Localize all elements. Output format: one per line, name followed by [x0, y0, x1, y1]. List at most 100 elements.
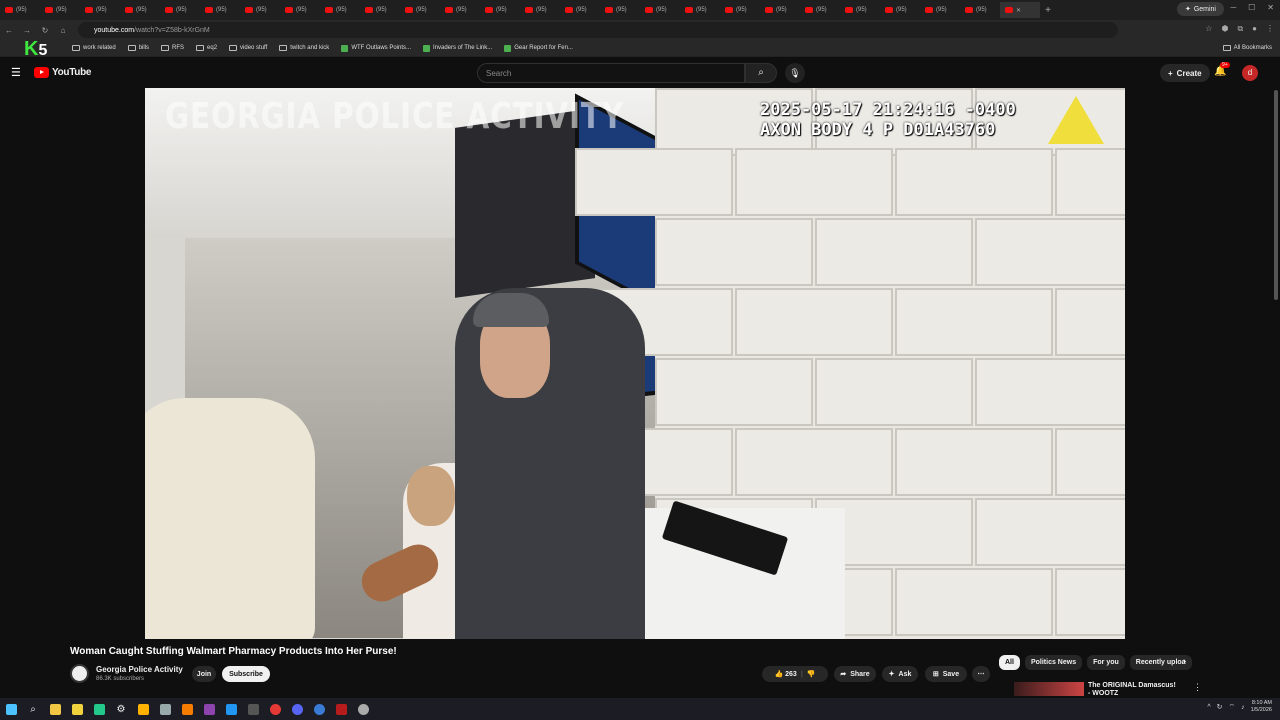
vlc-icon[interactable] — [176, 698, 198, 720]
bookmark-item[interactable]: video stuff — [229, 45, 267, 51]
browser-tab[interactable]: (95) — [640, 2, 680, 18]
browser-tab[interactable]: (95) — [560, 2, 600, 18]
browser-tab[interactable]: (95) — [360, 2, 400, 18]
forward-icon[interactable]: → — [18, 26, 36, 35]
tray-network-icon[interactable]: ⌔ — [1228, 703, 1235, 712]
bookmark-item[interactable]: bills — [127, 45, 149, 51]
all-bookmarks-button[interactable]: All Bookmarks — [1222, 45, 1272, 51]
bookmark-item[interactable]: WTF Outlaws Points... — [341, 44, 411, 52]
app-icon-grey[interactable] — [154, 698, 176, 720]
browser-tab[interactable]: (95) — [680, 2, 720, 18]
dislike-button[interactable]: 👎 — [807, 670, 816, 678]
youtube-logo[interactable]: YouTube — [34, 67, 92, 78]
more-actions-button[interactable]: ⋯ — [972, 666, 990, 682]
tray-volume-icon[interactable]: ♪ — [1241, 704, 1245, 711]
menu-icon[interactable]: ☰ — [11, 68, 21, 79]
app-icon-purple[interactable] — [198, 698, 220, 720]
app-icon-dark[interactable] — [242, 698, 264, 720]
channel-avatar[interactable] — [70, 664, 89, 683]
file-explorer-icon[interactable] — [44, 698, 66, 720]
browser-tab[interactable]: (95) — [80, 2, 120, 18]
recommendation-more-icon[interactable]: ⋮ — [1193, 682, 1202, 693]
minimize-icon[interactable]: ─ — [1230, 3, 1236, 12]
share-button[interactable]: ➦ Share — [834, 666, 876, 682]
taskbar-clock[interactable]: 8:10 AM 1/5/2026 — [1251, 700, 1272, 714]
browser-tab[interactable]: (95) — [160, 2, 200, 18]
app-icon-globe[interactable] — [308, 698, 330, 720]
scrollbar-thumb[interactable] — [1274, 90, 1278, 300]
home-icon[interactable]: ⌂ — [54, 26, 72, 35]
like-button[interactable]: 👍 263 — [774, 670, 796, 678]
recommendation-title[interactable]: The ORIGINAL Damascus! - WOOTZ — [1088, 682, 1178, 698]
browser-tab[interactable]: (95) — [280, 2, 320, 18]
browser-tab[interactable]: (95) — [720, 2, 760, 18]
browser-tab[interactable]: (95) — [960, 2, 1000, 18]
search-input[interactable]: Search — [477, 63, 745, 83]
extensions-menu-icon[interactable]: ⧉ — [1237, 24, 1243, 34]
browser-tab[interactable]: (95) — [0, 2, 40, 18]
account-avatar[interactable]: d — [1242, 65, 1258, 81]
close-tab-icon[interactable]: ✕ — [1016, 7, 1021, 14]
search-button[interactable]: ⌕ — [745, 63, 777, 83]
browser-tab[interactable]: (95) — [920, 2, 960, 18]
recommendation-thumbnail[interactable] — [1014, 682, 1084, 696]
extension-icon[interactable]: ⬢ — [1221, 24, 1228, 34]
browser-tab[interactable]: (95) — [480, 2, 520, 18]
taskbar-search-icon[interactable]: ⌕ — [22, 698, 44, 720]
browser-tab[interactable]: (95) — [240, 2, 280, 18]
bookmark-item[interactable]: Gear Report for Fen... — [504, 44, 573, 52]
app-icon-multicolor[interactable] — [132, 698, 154, 720]
reload-icon[interactable]: ↻ — [36, 26, 54, 35]
ask-button[interactable]: ✦ Ask — [882, 666, 918, 682]
browser-tab[interactable]: (95) — [200, 2, 240, 18]
settings-icon[interactable]: ⚙ — [110, 698, 132, 720]
bookmark-item[interactable]: twitch and kick — [279, 45, 329, 51]
browser-menu-icon[interactable]: ⋮ — [1266, 24, 1274, 34]
join-button[interactable]: Join — [192, 666, 216, 682]
subscribe-button[interactable]: Subscribe — [222, 666, 270, 682]
voice-search-button[interactable]: 🎙 — [785, 63, 805, 83]
browser-tab[interactable]: (95) — [40, 2, 80, 18]
new-tab-icon[interactable]: + — [1040, 5, 1056, 16]
tray-sync-icon[interactable]: ↻ — [1217, 703, 1223, 711]
profile-icon[interactable]: ● — [1252, 24, 1257, 34]
browser-tab[interactable]: (95) — [760, 2, 800, 18]
maximize-icon[interactable]: ☐ — [1248, 3, 1255, 12]
browser-tab[interactable]: (95) — [880, 2, 920, 18]
address-bar[interactable]: youtube.com/watch?v=Z58b-kXrGnM — [78, 22, 1118, 38]
start-icon[interactable] — [0, 698, 22, 720]
app-icon-blue[interactable] — [220, 698, 242, 720]
chrome-icon[interactable] — [264, 698, 286, 720]
filter-chip[interactable]: For you — [1087, 655, 1125, 670]
browser-tab[interactable]: (95) — [600, 2, 640, 18]
app-icon-green[interactable] — [88, 698, 110, 720]
browser-tab[interactable]: (95) — [800, 2, 840, 18]
bookmark-item[interactable]: eq2 — [196, 45, 217, 51]
bookmark-item[interactable]: RFS — [161, 45, 184, 51]
browser-tab[interactable]: (95) — [840, 2, 880, 18]
browser-tab[interactable]: (95) — [400, 2, 440, 18]
video-player[interactable]: GEORGIA POLICE ACTIVITY 2025-05-17 21:24… — [145, 88, 1125, 639]
browser-tab[interactable]: (95) — [520, 2, 560, 18]
browser-tab[interactable]: ✕ — [1000, 2, 1040, 18]
back-icon[interactable]: ← — [0, 26, 18, 35]
gemini-button[interactable]: ✦ Gemini — [1176, 2, 1224, 16]
chevron-right-icon[interactable]: › — [1183, 656, 1186, 667]
discord-icon[interactable] — [286, 698, 308, 720]
app-icon-obs[interactable] — [352, 698, 374, 720]
channel-name[interactable]: Georgia Police Activity — [96, 665, 183, 674]
browser-tab[interactable]: (95) — [440, 2, 480, 18]
tray-chevron-icon[interactable]: ^ — [1207, 704, 1210, 711]
notes-app-icon[interactable] — [66, 698, 88, 720]
close-window-icon[interactable]: ✕ — [1267, 3, 1274, 12]
bookmark-star-icon[interactable]: ☆ — [1205, 24, 1212, 34]
app-icon-red[interactable] — [330, 698, 352, 720]
bookmark-item[interactable]: Invaders of The Link... — [423, 44, 492, 52]
filter-chip[interactable]: Politics News — [1024, 655, 1083, 670]
create-button[interactable]: + Create — [1160, 64, 1210, 82]
page-scrollbar[interactable] — [1272, 88, 1280, 698]
save-button[interactable]: ⊞ Save — [925, 666, 967, 682]
notifications-button[interactable]: 🔔 9+ — [1214, 62, 1230, 77]
bookmark-item[interactable]: work related — [72, 45, 116, 51]
browser-tab[interactable]: (95) — [320, 2, 360, 18]
